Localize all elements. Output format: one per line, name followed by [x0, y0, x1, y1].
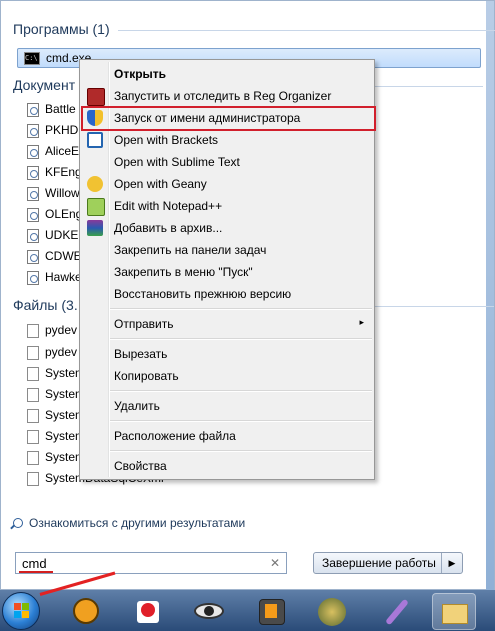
file-icon — [27, 388, 39, 402]
search-input[interactable]: cmd ✕ — [15, 552, 287, 574]
document-item[interactable]: Hawke — [27, 268, 87, 288]
menu-item-send-to[interactable]: Отправить ▸ — [82, 313, 372, 335]
section-title-programs: Программы (1) — [13, 21, 495, 37]
menu-item-edit-notepadpp[interactable]: Edit with Notepad++ — [82, 195, 372, 217]
menu-item-cut[interactable]: Вырезать — [82, 343, 372, 365]
clear-search-icon[interactable]: ✕ — [270, 556, 280, 570]
submenu-arrow-icon: ▸ — [359, 317, 364, 327]
search-icon — [13, 518, 23, 528]
file-icon — [27, 472, 39, 486]
document-icon — [27, 271, 39, 285]
section-title-files: Файлы (3... — [13, 297, 491, 313]
file-icon — [27, 430, 39, 444]
notepadpp-icon — [87, 198, 105, 216]
file-icon — [27, 409, 39, 423]
document-item[interactable]: CDWE — [27, 247, 87, 267]
file-icon — [27, 346, 39, 360]
section-title-documents: Документ — [13, 77, 484, 93]
menu-item-delete[interactable]: Удалить — [82, 395, 372, 417]
taskbar-app-feather-icon[interactable] — [375, 593, 417, 628]
shutdown-options-arrow-icon[interactable]: ▶ — [441, 553, 462, 573]
winrar-archive-icon — [87, 220, 103, 236]
document-item[interactable]: PKHD — [27, 121, 87, 141]
file-item[interactable]: System — [27, 385, 87, 405]
menu-item-add-to-archive[interactable]: Добавить в архив... — [82, 217, 372, 239]
document-item[interactable]: OLEng — [27, 205, 87, 225]
document-item[interactable]: Willow — [27, 184, 87, 204]
file-icon — [27, 367, 39, 381]
taskbar-app-eye-icon[interactable] — [188, 593, 230, 628]
geany-icon — [87, 176, 103, 192]
see-more-results-link[interactable]: Ознакомиться с другими результатами — [13, 516, 245, 530]
file-item[interactable]: SystemDataSqlCeXml — [27, 469, 164, 489]
menu-item-copy[interactable]: Копировать — [82, 365, 372, 387]
document-item[interactable]: UDKEr — [27, 226, 87, 246]
file-item[interactable]: System — [27, 364, 87, 384]
menu-item-file-location[interactable]: Расположение файла — [82, 425, 372, 447]
brackets-icon — [87, 132, 103, 148]
file-item[interactable]: System — [27, 448, 87, 468]
taskbar-app-paint-icon[interactable] — [127, 593, 169, 628]
start-menu-right-strip — [486, 1, 494, 591]
menu-separator — [110, 390, 372, 392]
search-input-value: cmd — [22, 556, 47, 571]
document-item[interactable]: KFEng — [27, 163, 87, 183]
start-orb-button[interactable] — [2, 592, 40, 630]
menu-separator — [110, 450, 372, 452]
menu-item-reg-organizer[interactable]: Запустить и отследить в Reg Organizer — [82, 85, 372, 107]
shutdown-label: Завершение работы — [322, 556, 436, 570]
menu-separator — [110, 420, 372, 422]
document-icon — [27, 103, 39, 117]
taskbar-app-explorer-icon[interactable] — [432, 593, 476, 630]
console-icon: C:\ — [24, 52, 40, 65]
document-icon — [27, 229, 39, 243]
document-icon — [27, 208, 39, 222]
document-icon — [27, 124, 39, 138]
menu-separator — [110, 338, 372, 340]
menu-item-open-sublime[interactable]: Open with Sublime Text — [82, 151, 372, 173]
document-icon — [27, 187, 39, 201]
menu-separator — [110, 308, 372, 310]
taskbar — [0, 590, 495, 631]
file-item[interactable]: pydev — [27, 321, 87, 341]
menu-item-pin-taskbar[interactable]: Закрепить на панели задач — [82, 239, 372, 261]
menu-item-properties[interactable]: Свойства — [82, 455, 372, 477]
file-item[interactable]: pydev — [27, 343, 87, 363]
search-underline-annotation — [19, 571, 53, 573]
taskbar-app-sublime-icon[interactable] — [250, 593, 292, 628]
document-item[interactable]: AliceE — [27, 142, 87, 162]
menu-item-open-brackets[interactable]: Open with Brackets — [82, 129, 372, 151]
menu-item-pin-start[interactable]: Закрепить в меню "Пуск" — [82, 261, 372, 283]
taskbar-app-game-icon[interactable] — [310, 593, 352, 628]
file-icon — [27, 451, 39, 465]
file-item[interactable]: System — [27, 427, 87, 447]
file-icon — [27, 324, 39, 338]
see-more-results-label: Ознакомиться с другими результатами — [29, 516, 246, 530]
run-as-admin-highlight-annotation — [81, 106, 376, 131]
document-icon — [27, 145, 39, 159]
taskbar-app-aimp-icon[interactable] — [65, 593, 107, 628]
document-icon — [27, 166, 39, 180]
file-item[interactable]: System — [27, 406, 87, 426]
shutdown-button[interactable]: Завершение работы ▶ — [313, 552, 463, 574]
document-icon — [27, 250, 39, 264]
menu-item-restore-version[interactable]: Восстановить прежнюю версию — [82, 283, 372, 305]
reg-organizer-icon — [87, 88, 105, 106]
menu-item-open-geany[interactable]: Open with Geany — [82, 173, 372, 195]
document-item[interactable]: Battle — [27, 100, 87, 120]
menu-item-open[interactable]: Открыть — [82, 63, 372, 85]
